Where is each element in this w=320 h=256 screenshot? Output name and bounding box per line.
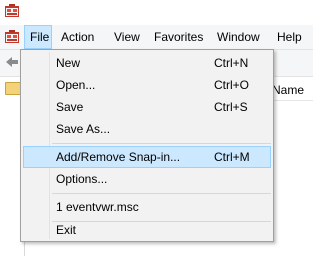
menu-item-label: Add/Remove Snap-in... — [56, 150, 181, 164]
menu-item-add-remove-snap-in[interactable]: Add/Remove Snap-in... Ctrl+M — [23, 146, 271, 168]
menu-item-shortcut: Ctrl+S — [214, 100, 248, 114]
mmc-app-icon[interactable] — [4, 29, 20, 45]
mmc-app-icon — [5, 4, 19, 17]
menu-item-shortcut: Ctrl+N — [214, 56, 249, 70]
menu-item-new[interactable]: New Ctrl+N — [23, 52, 271, 74]
menu-item-label: New — [56, 56, 81, 70]
menu-separator — [52, 193, 271, 194]
menu-item-shortcut: Ctrl+O — [214, 78, 250, 92]
menu-action[interactable]: Action — [58, 25, 97, 49]
folder-icon[interactable] — [5, 82, 21, 95]
menu-item-shortcut: Ctrl+M — [214, 150, 250, 164]
menu-item-label: Exit — [56, 223, 77, 237]
menu-item-label: 1 eventvwr.msc — [56, 200, 139, 214]
menu-item-recent-file[interactable]: 1 eventvwr.msc — [23, 196, 271, 218]
menu-separator — [52, 143, 271, 144]
title-bar — [0, 0, 313, 25]
menu-window[interactable]: Window — [214, 25, 263, 49]
menu-item-open[interactable]: Open... Ctrl+O — [23, 74, 271, 96]
menu-item-label: Options... — [56, 172, 108, 186]
menu-bar: File Action View Favorites Window Help — [0, 25, 313, 50]
menu-item-label: Save As... — [56, 122, 111, 136]
menu-help[interactable]: Help — [274, 25, 305, 49]
menu-item-save[interactable]: Save Ctrl+S — [23, 96, 271, 118]
menu-item-exit[interactable]: Exit — [23, 219, 271, 241]
menu-item-save-as[interactable]: Save As... — [23, 118, 271, 140]
menu-favorites[interactable]: Favorites — [151, 25, 206, 49]
file-menu-dropdown: New Ctrl+N Open... Ctrl+O Save Ctrl+S Sa… — [20, 49, 274, 242]
menu-file[interactable]: File — [24, 25, 52, 49]
menu-item-options[interactable]: Options... — [23, 168, 271, 190]
menu-item-label: Save — [56, 100, 84, 114]
back-arrow-icon[interactable] — [4, 54, 20, 70]
menu-view[interactable]: View — [111, 25, 143, 49]
column-header-name[interactable]: Name — [268, 79, 313, 101]
menu-item-label: Open... — [56, 78, 96, 92]
